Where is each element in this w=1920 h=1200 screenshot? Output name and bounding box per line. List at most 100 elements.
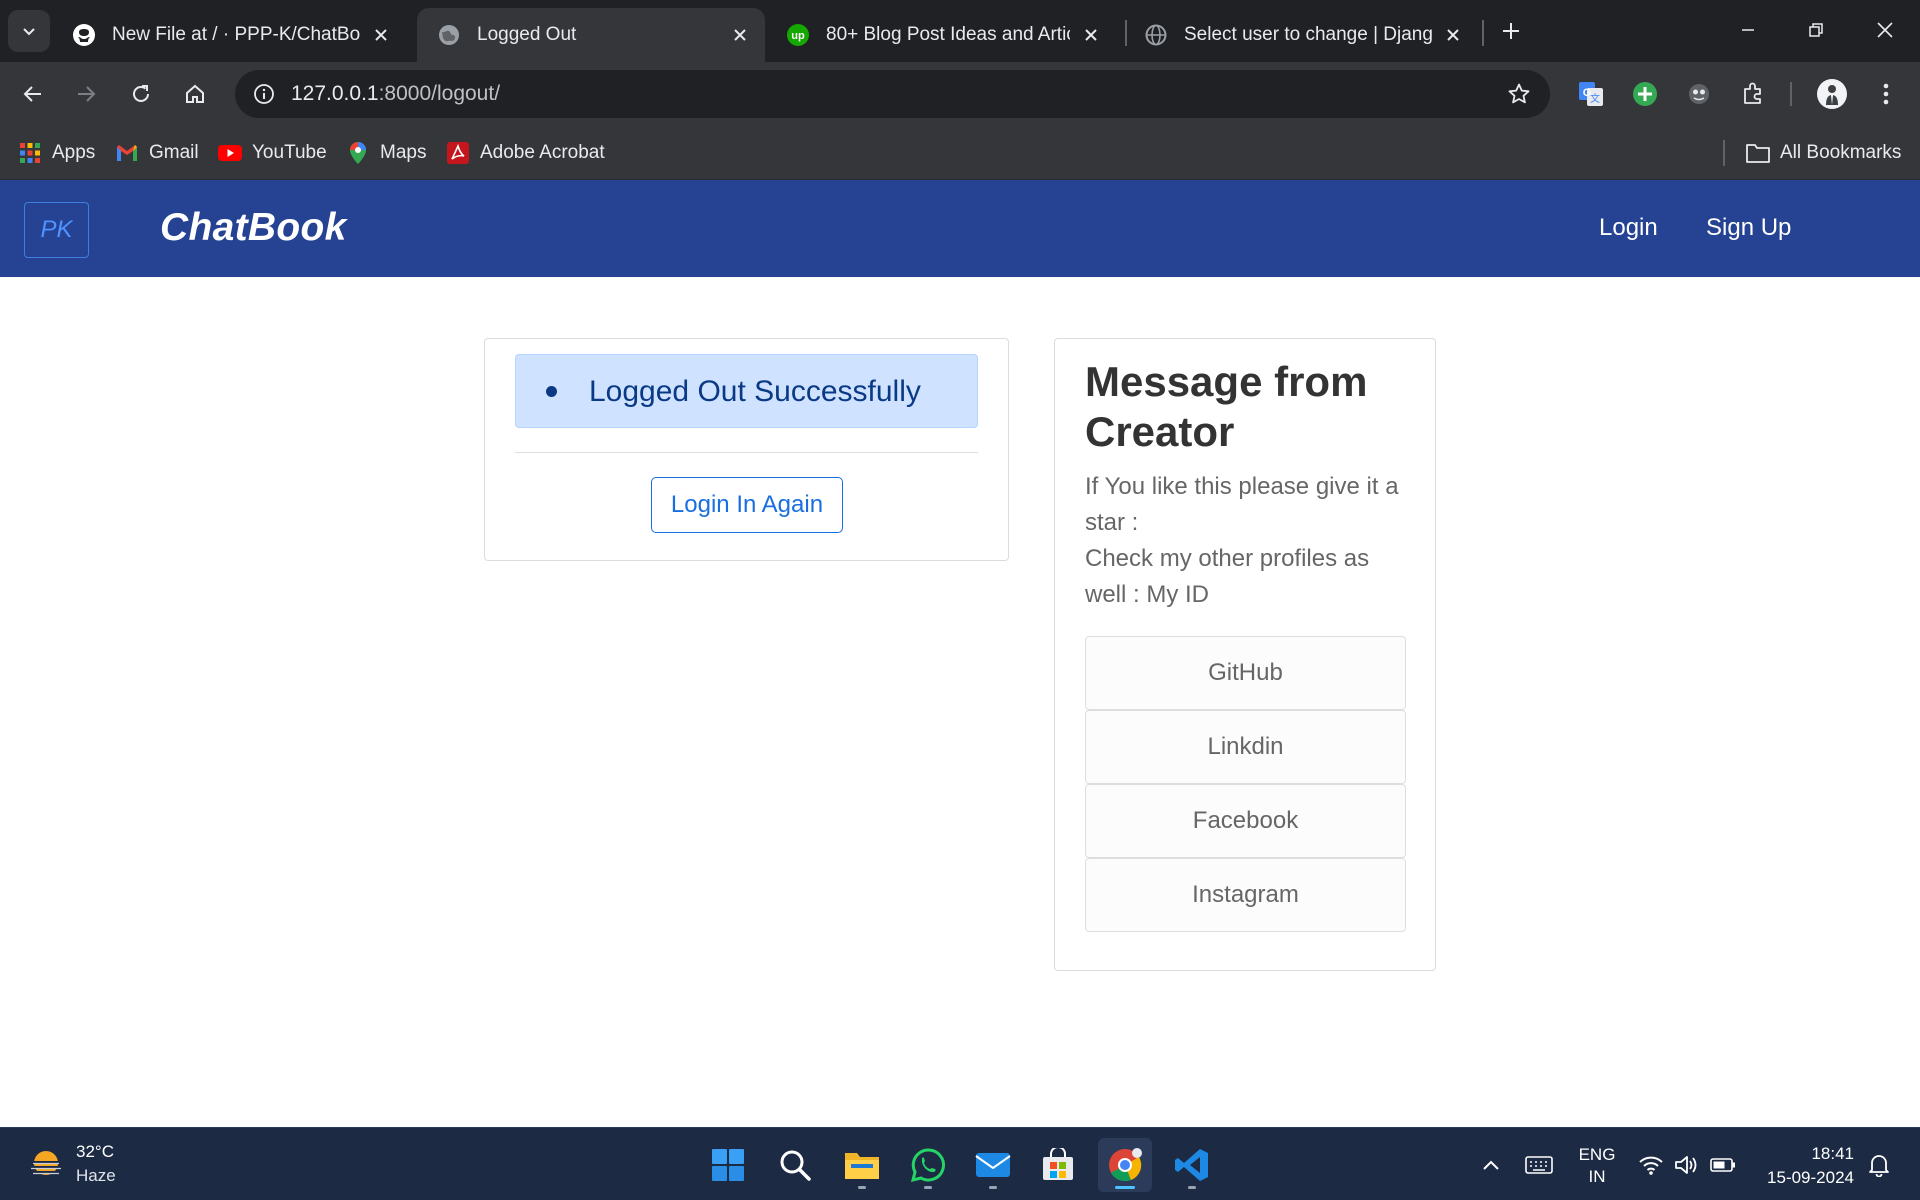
- alert-message: Logged Out Successfully: [589, 375, 921, 408]
- login-again-button[interactable]: Login In Again: [651, 477, 843, 533]
- acrobat-icon: [446, 141, 470, 165]
- back-button[interactable]: [13, 74, 53, 114]
- tab-separator: [1482, 20, 1484, 46]
- more-vertical-icon: [1883, 83, 1889, 105]
- toolbar-separator: [1790, 82, 1792, 106]
- privacy-extension-icon[interactable]: [1681, 76, 1717, 112]
- arrow-left-icon: [23, 86, 41, 102]
- bookmark-youtube[interactable]: YouTube: [218, 138, 327, 168]
- add-extension-icon[interactable]: [1627, 76, 1663, 112]
- bookmarks-bar: Apps Gmail YouTube Maps Adobe Acrobat Al…: [0, 126, 1920, 180]
- folder-icon: [845, 1153, 879, 1179]
- taskbar-file-explorer[interactable]: [835, 1138, 889, 1192]
- creator-message-card: Message from Creator If You like this pl…: [1054, 338, 1436, 971]
- bookmark-star-icon[interactable]: [1506, 81, 1532, 107]
- tab-logged-out[interactable]: Logged Out: [417, 8, 765, 62]
- taskbar-search-button[interactable]: [768, 1138, 822, 1192]
- browser-toolbar: 127.0.0.1:8000/logout/ G文: [0, 62, 1920, 126]
- wifi-status[interactable]: [1636, 1148, 1666, 1182]
- browser-tab-strip: New File at / · PPP-K/ChatBook Logged Ou…: [0, 0, 1920, 62]
- notifications-button[interactable]: [1864, 1148, 1894, 1182]
- input-language-indicator[interactable]: ENG IN: [1578, 1144, 1616, 1188]
- bookmark-label: Maps: [380, 142, 427, 163]
- volume-status[interactable]: [1672, 1148, 1702, 1182]
- tab-title: Select user to change | Django s: [1184, 24, 1432, 45]
- bookmark-label: Apps: [52, 142, 96, 163]
- taskbar-whatsapp[interactable]: [901, 1138, 955, 1192]
- linkedin-link-button[interactable]: Linkdin: [1085, 710, 1406, 784]
- weather-condition[interactable]: Haze: [76, 1166, 116, 1186]
- url-path: :8000/logout/: [378, 82, 501, 105]
- bookmark-label: Adobe Acrobat: [480, 142, 605, 163]
- new-tab-button[interactable]: [1494, 14, 1528, 48]
- touch-keyboard-button[interactable]: [1524, 1148, 1554, 1182]
- tab-blog-ideas[interactable]: up 80+ Blog Post Ideas and Article: [766, 8, 1116, 62]
- url-host: 127.0.0.1: [291, 82, 379, 105]
- close-icon[interactable]: [729, 24, 751, 46]
- tab-github[interactable]: New File at / · PPP-K/ChatBook: [52, 8, 406, 62]
- running-indicator: [1115, 1186, 1135, 1189]
- address-bar[interactable]: 127.0.0.1:8000/logout/: [235, 70, 1550, 118]
- weather-temperature[interactable]: 32°C: [76, 1142, 114, 1162]
- bookmark-gmail[interactable]: Gmail: [115, 138, 199, 168]
- youtube-icon: [218, 141, 242, 165]
- site-navbar: PK ChatBook Login Sign Up: [0, 180, 1920, 277]
- close-icon[interactable]: [370, 24, 392, 46]
- profile-avatar-icon[interactable]: [1814, 76, 1850, 112]
- instagram-link-button[interactable]: Instagram: [1085, 858, 1406, 932]
- language-code: ENG: [1578, 1145, 1616, 1164]
- bullet-icon: [546, 386, 557, 397]
- restore-button[interactable]: [1786, 8, 1846, 52]
- chevron-up-icon: [1483, 1160, 1499, 1170]
- svg-text:up: up: [791, 30, 805, 42]
- bookmark-apps[interactable]: Apps: [18, 138, 95, 168]
- close-icon[interactable]: [1080, 24, 1102, 46]
- chevron-down-icon: [23, 28, 35, 36]
- close-icon[interactable]: [1442, 24, 1464, 46]
- google-translate-icon[interactable]: G文: [1573, 76, 1609, 112]
- site-info-icon[interactable]: [249, 79, 279, 109]
- github-link-button[interactable]: GitHub: [1085, 636, 1406, 710]
- taskbar-store[interactable]: [1031, 1138, 1085, 1192]
- globe-icon: [437, 23, 461, 47]
- store-icon: [1043, 1148, 1073, 1180]
- brand-name[interactable]: ChatBook: [160, 206, 347, 250]
- system-clock[interactable]: 18:41 15-09-2024: [1758, 1142, 1854, 1190]
- forward-button[interactable]: [66, 74, 106, 114]
- bookmark-adobe-acrobat[interactable]: Adobe Acrobat: [446, 138, 605, 168]
- nav-login-link[interactable]: Login: [1599, 214, 1658, 242]
- speaker-icon: [1675, 1156, 1697, 1174]
- running-indicator: [1188, 1186, 1196, 1189]
- minimize-icon: [1742, 29, 1754, 31]
- facebook-link-button[interactable]: Facebook: [1085, 784, 1406, 858]
- brand-logo[interactable]: PK: [24, 202, 89, 258]
- tab-search-button[interactable]: [8, 10, 50, 52]
- vscode-icon: [1175, 1149, 1208, 1181]
- extensions-puzzle-icon[interactable]: [1735, 76, 1771, 112]
- logout-alert: Logged Out Successfully: [515, 354, 978, 428]
- window-close-button[interactable]: [1855, 8, 1915, 52]
- gmail-icon: [115, 141, 139, 165]
- tab-title: New File at / · PPP-K/ChatBook: [112, 24, 360, 45]
- nav-signup-link[interactable]: Sign Up: [1706, 214, 1791, 242]
- logout-card: Logged Out Successfully Login In Again: [484, 338, 1009, 561]
- weather-haze-icon[interactable]: [27, 1146, 65, 1184]
- taskbar-mail[interactable]: [966, 1138, 1020, 1192]
- reload-button[interactable]: [121, 74, 161, 114]
- battery-status[interactable]: [1708, 1148, 1738, 1182]
- taskbar-chrome[interactable]: [1098, 1138, 1152, 1192]
- all-bookmarks-button[interactable]: All Bookmarks: [1746, 138, 1901, 168]
- home-button[interactable]: [175, 74, 215, 114]
- clock-date: 15-09-2024: [1767, 1168, 1854, 1187]
- mail-icon: [975, 1153, 1011, 1177]
- taskbar-vscode[interactable]: [1165, 1138, 1219, 1192]
- divider: [515, 452, 978, 453]
- tab-django-admin[interactable]: Select user to change | Django s: [1124, 8, 1478, 62]
- chrome-menu-button[interactable]: [1868, 76, 1904, 112]
- start-button[interactable]: [701, 1138, 755, 1192]
- globe-icon: [1144, 23, 1168, 47]
- minimize-button[interactable]: [1718, 8, 1778, 52]
- bookmark-maps[interactable]: Maps: [346, 138, 426, 168]
- show-hidden-icons-button[interactable]: [1476, 1148, 1506, 1182]
- arrow-right-icon: [78, 86, 96, 102]
